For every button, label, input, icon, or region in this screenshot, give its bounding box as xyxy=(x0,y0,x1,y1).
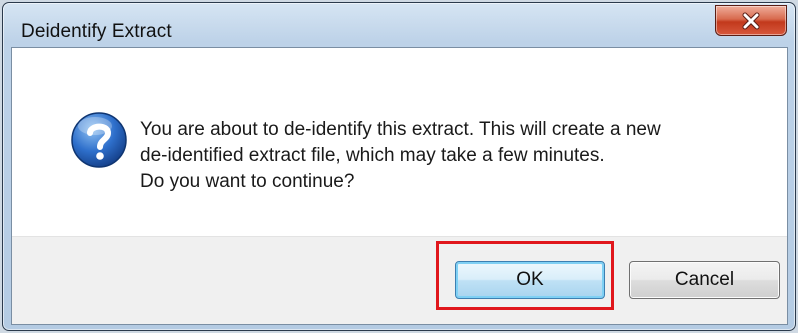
message-line: You are about to de-identify this extrac… xyxy=(140,119,661,140)
dialog-window: Deidentify Extract You are about to de-i… xyxy=(2,2,796,331)
cancel-button[interactable]: Cancel xyxy=(629,261,780,299)
button-panel: OK Cancel xyxy=(12,236,787,324)
message-panel: You are about to de-identify this extrac… xyxy=(12,48,787,236)
message-line: Do you want to continue? xyxy=(140,171,355,192)
dialog-message: You are about to de-identify this extrac… xyxy=(140,117,780,195)
question-icon xyxy=(71,112,127,168)
message-line: de-identified extract file, which may ta… xyxy=(140,145,605,166)
dialog-title: Deidentify Extract xyxy=(21,21,172,42)
ok-button[interactable]: OK xyxy=(455,261,605,299)
dialog-content: You are about to de-identify this extrac… xyxy=(11,47,788,325)
close-button[interactable] xyxy=(715,5,787,36)
close-icon xyxy=(742,12,760,29)
